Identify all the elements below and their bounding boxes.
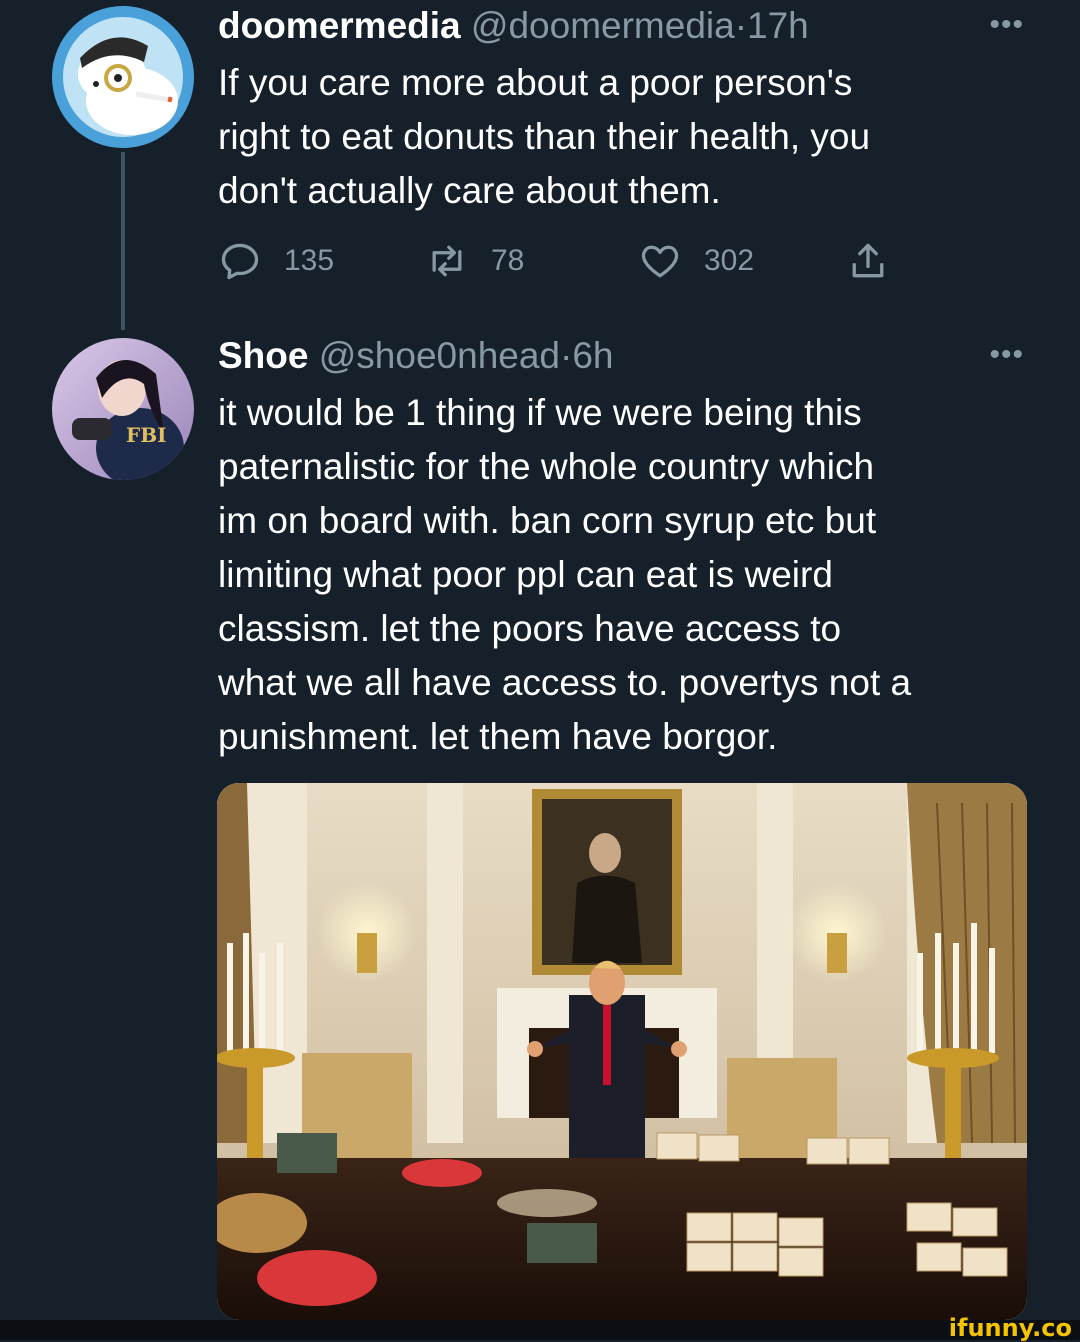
reply-icon — [221, 243, 259, 280]
ferret-avatar-icon — [52, 6, 194, 148]
profile-photo-icon: FBI — [52, 338, 194, 480]
tweet-header: Shoe @shoe0nhead·6h — [218, 334, 614, 378]
bottom-strip — [0, 1320, 1080, 1340]
more-options-icon[interactable]: ••• — [989, 340, 1024, 370]
user-handle[interactable]: @shoe0nhead — [319, 335, 560, 376]
avatar-doomermedia[interactable] — [52, 6, 194, 148]
avatar-shoe[interactable]: FBI — [52, 338, 194, 480]
svg-text:FBI: FBI — [126, 423, 166, 447]
timestamp[interactable]: 6h — [572, 335, 613, 376]
user-handle[interactable]: @doomermedia — [471, 5, 735, 46]
banquet-photo-icon — [217, 783, 1027, 1320]
reply-count: 135 — [284, 244, 335, 277]
more-options-icon[interactable]: ••• — [989, 10, 1024, 40]
timestamp[interactable]: 17h — [747, 5, 809, 46]
separator-dot: · — [734, 5, 748, 46]
tweet-header: doomermedia @doomermedia·17h — [218, 4, 809, 48]
like-count: 302 — [704, 244, 755, 277]
like-button[interactable]: 302 — [638, 236, 754, 286]
share-icon — [852, 243, 884, 278]
tweet-text: it would be 1 thing if we were being thi… — [218, 392, 912, 757]
separator-dot: · — [560, 335, 573, 376]
watermark: ifunny.co — [948, 1314, 1072, 1342]
share-button[interactable] — [846, 236, 912, 286]
reply-button[interactable]: 135 — [218, 236, 334, 286]
display-name[interactable]: doomermedia — [218, 5, 461, 46]
retweet-icon — [432, 245, 462, 277]
heart-icon — [641, 245, 679, 278]
retweet-button[interactable]: 78 — [425, 236, 524, 286]
tweet-actions: 135 78 302 — [218, 236, 918, 286]
thread-line — [121, 152, 125, 330]
retweet-count: 78 — [491, 244, 525, 277]
tweet-text: If you care more about a poor person's r… — [218, 62, 871, 211]
tweet-media-photo[interactable] — [217, 783, 1027, 1320]
tweet-doomermedia[interactable]: doomermedia @doomermedia·17h ••• If you … — [0, 0, 1080, 330]
display-name[interactable]: Shoe — [218, 335, 308, 376]
